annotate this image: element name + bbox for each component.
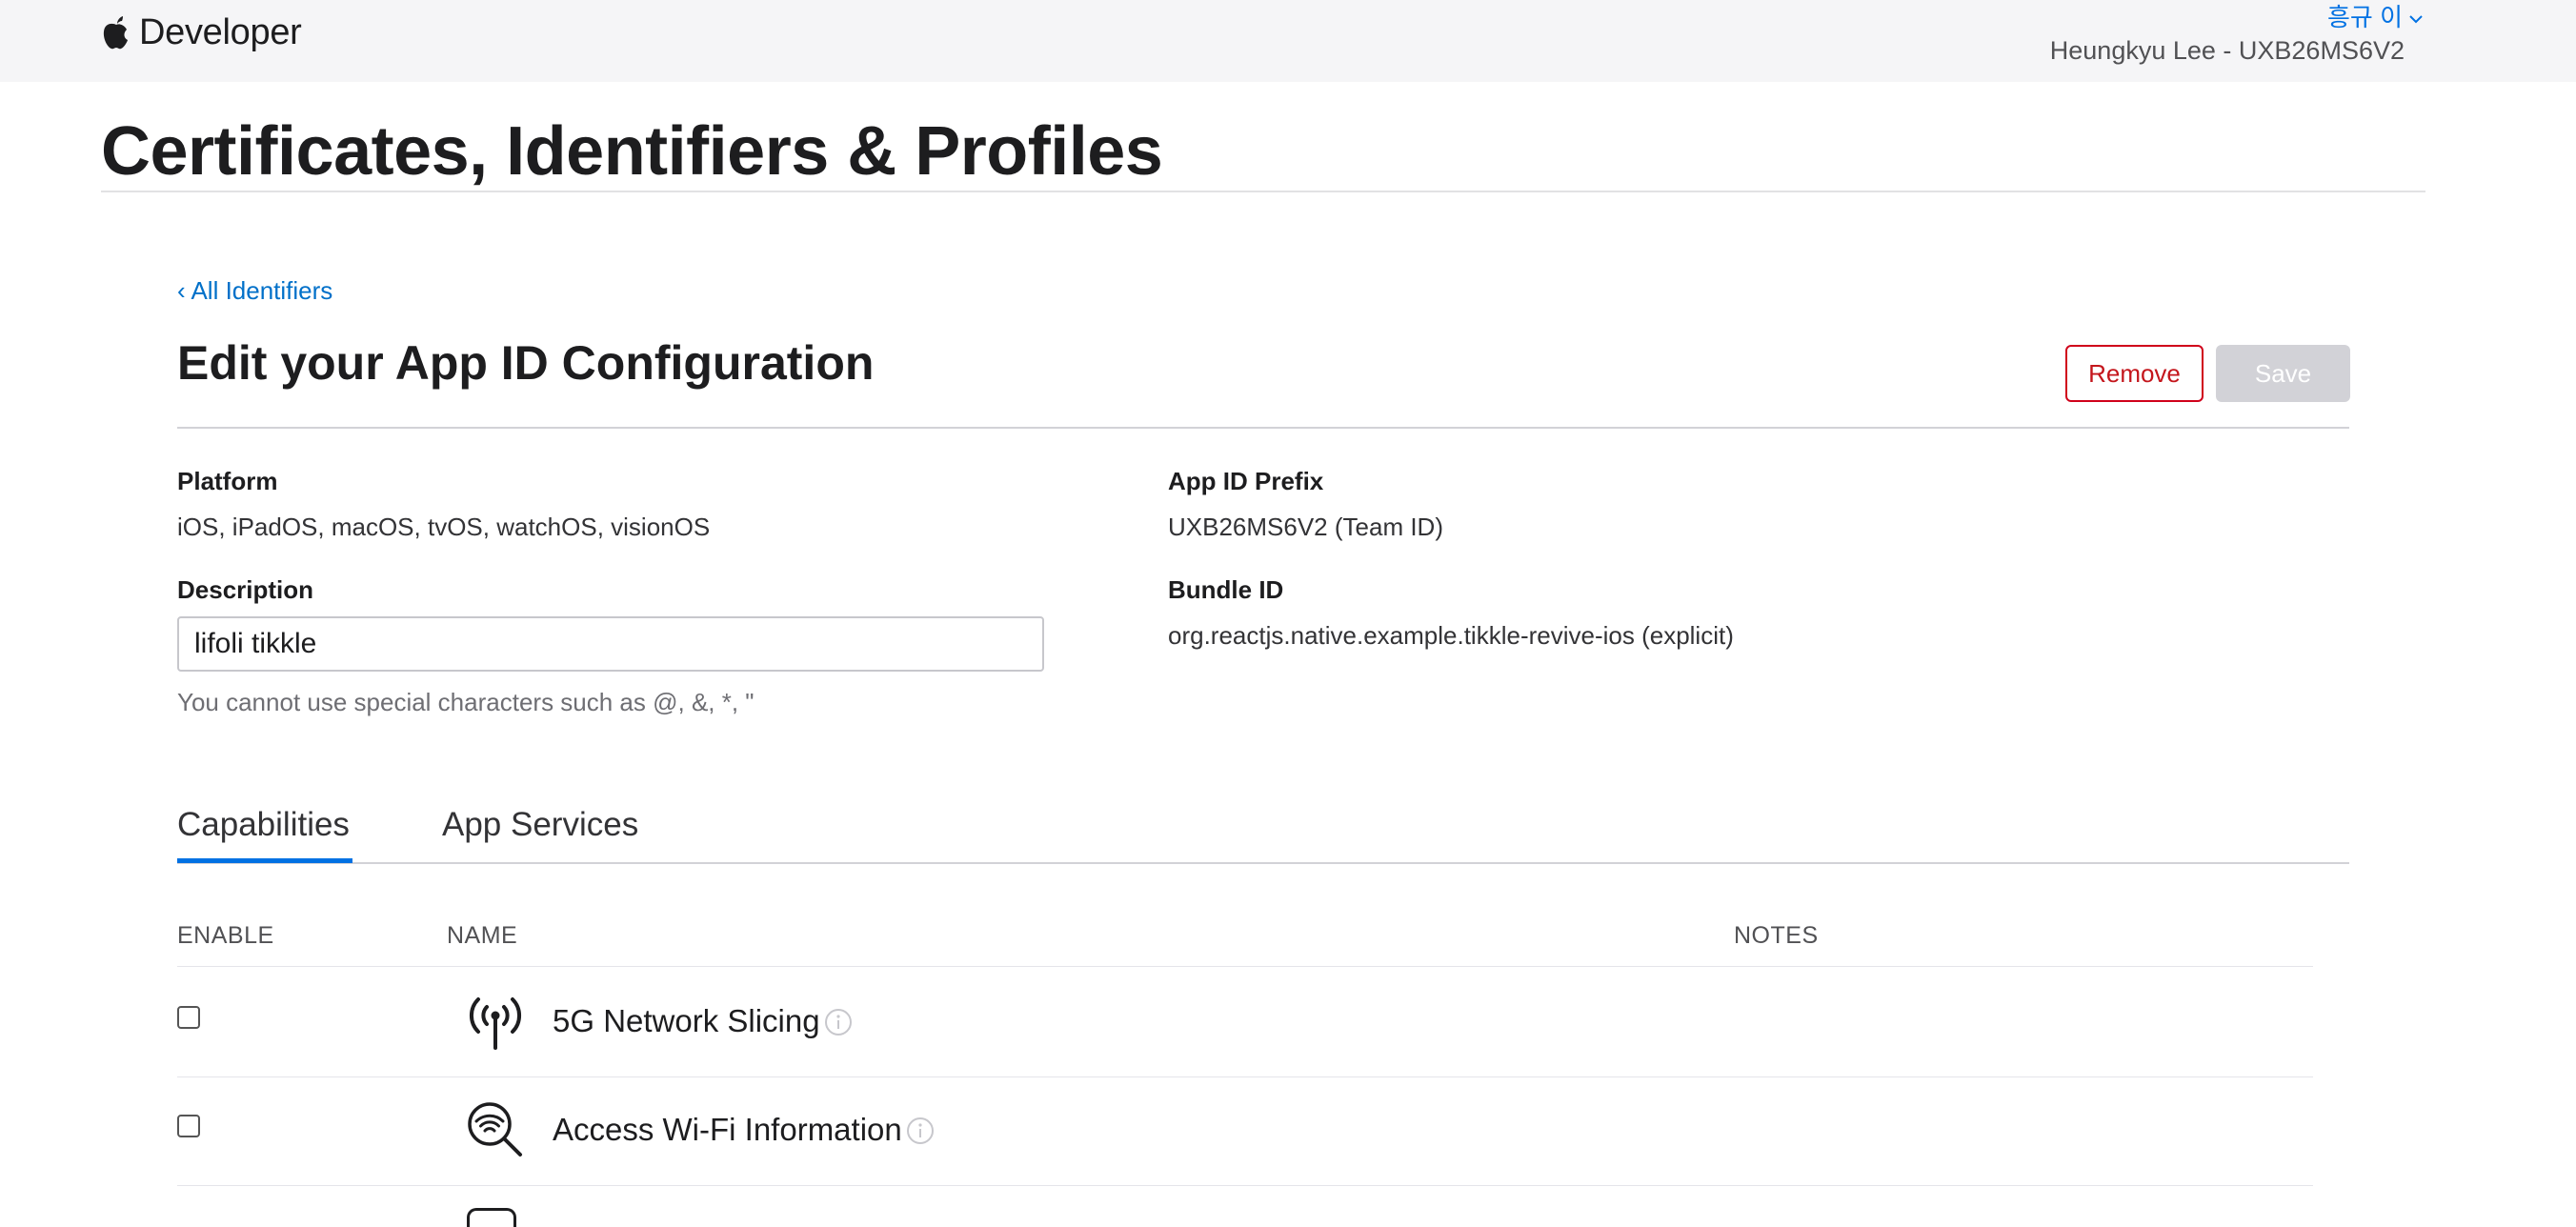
tab-app-services[interactable]: App Services <box>442 806 638 844</box>
app-id-prefix-label: App ID Prefix <box>1168 467 1324 495</box>
row-divider <box>177 1076 2313 1077</box>
capability-icon-partial <box>467 1208 516 1227</box>
info-icon[interactable] <box>906 1116 935 1145</box>
page-divider <box>101 191 2425 192</box>
all-identifiers-link[interactable]: ‹ All Identifiers <box>177 276 332 306</box>
brand-label: Developer <box>139 11 302 52</box>
active-tab-indicator <box>177 858 352 863</box>
account-team: Heungkyu Lee - UXB26MS6V2 <box>2049 36 2405 65</box>
capability-name: 5G Network Slicing <box>553 1003 820 1038</box>
antenna-icon <box>463 989 528 1054</box>
description-label: Description <box>177 575 314 604</box>
tab-bar-divider <box>177 862 2349 864</box>
table-header-divider <box>177 966 2313 967</box>
apple-logo-icon <box>101 13 131 51</box>
wifi-search-icon <box>463 1097 528 1162</box>
app-id-prefix-value: UXB26MS6V2 (Team ID) <box>1168 513 1443 541</box>
chevron-down-icon <box>2403 1 2424 30</box>
capability-name: Access Wi-Fi Information <box>553 1112 902 1147</box>
enable-checkbox-5g-network-slicing[interactable] <box>177 1006 200 1029</box>
bundle-id-value: org.reactjs.native.example.tikkle-revive… <box>1168 621 1734 650</box>
page-title: Certificates, Identifiers & Profiles <box>101 113 1163 190</box>
description-input[interactable] <box>177 616 1044 672</box>
bundle-id-label: Bundle ID <box>1168 575 1284 604</box>
developer-logo[interactable]: Developer <box>101 10 302 55</box>
description-hint: You cannot use special characters such a… <box>177 688 755 716</box>
section-title: Edit your App ID Configuration <box>177 336 875 390</box>
global-header: Developer 흥규 이 Heungkyu Lee - UXB26MS6V2 <box>0 0 2576 82</box>
row-divider <box>177 1185 2313 1186</box>
section-divider <box>177 427 2349 429</box>
tab-capabilities[interactable]: Capabilities <box>177 806 350 844</box>
user-menu[interactable]: 흥규 이 <box>2327 0 2424 33</box>
notes-column-header: NOTES <box>1734 922 1819 949</box>
name-column-header: NAME <box>447 922 518 949</box>
save-button[interactable]: Save <box>2216 345 2350 402</box>
remove-button[interactable]: Remove <box>2065 345 2204 402</box>
platform-value: iOS, iPadOS, macOS, tvOS, watchOS, visio… <box>177 513 711 541</box>
user-name: 흥규 이 <box>2327 3 2403 31</box>
enable-column-header: ENABLE <box>177 922 274 949</box>
info-icon[interactable] <box>824 1008 853 1036</box>
platform-label: Platform <box>177 467 278 495</box>
enable-checkbox-access-wifi-information[interactable] <box>177 1115 200 1137</box>
